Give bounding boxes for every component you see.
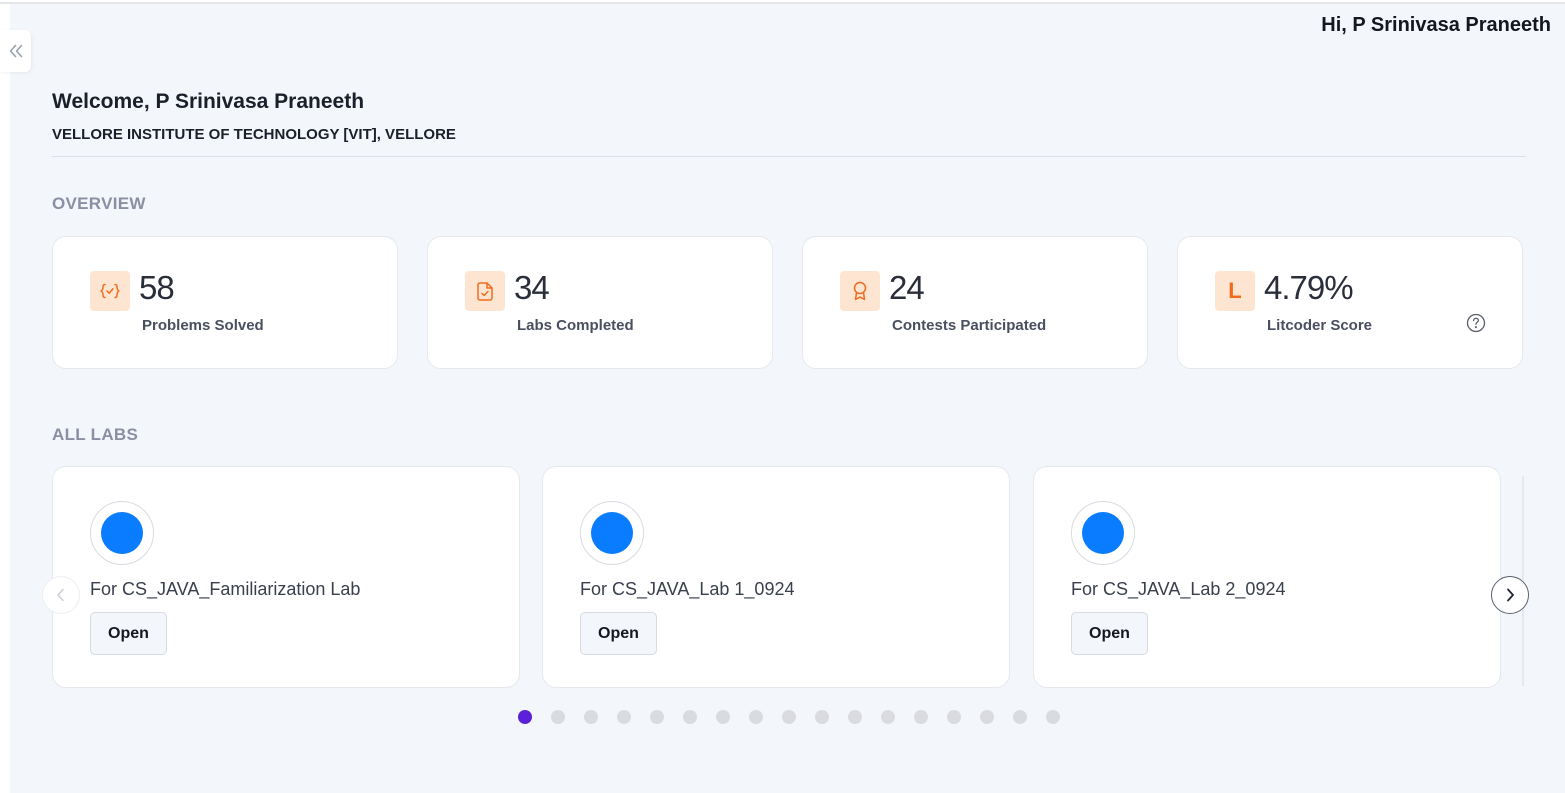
pagination-dot[interactable] (980, 710, 994, 724)
pagination-dot[interactable] (848, 710, 862, 724)
double-chevron-left-icon (9, 44, 22, 58)
lab-card: For CS_JAVA_Familiarization Lab Open (52, 466, 520, 688)
lab-avatar (1071, 501, 1135, 565)
pagination-dot[interactable] (1013, 710, 1027, 724)
stat-value: 58 (139, 269, 175, 306)
stat-label: Labs Completed (517, 317, 634, 334)
lab-avatar (580, 501, 644, 565)
carousel-next-button[interactable] (1491, 576, 1529, 614)
pagination-dot[interactable] (650, 710, 664, 724)
sidebar-collapsed (0, 4, 10, 793)
stat-label: Litcoder Score (1267, 317, 1373, 334)
pagination-dot[interactable] (716, 710, 730, 724)
carousel-prev-button[interactable] (42, 576, 80, 614)
lab-avatar-dot (591, 512, 633, 554)
lab-title: For CS_JAVA_Familiarization Lab (90, 579, 361, 599)
litcoder-l-icon: L (1215, 271, 1255, 311)
lab-card: For CS_JAVA_Lab 1_0924 Open (542, 466, 1010, 688)
lab-title: For CS_JAVA_Lab 2_0924 (1071, 579, 1286, 599)
stat-card-contests-participated: 24 Contests Participated (802, 236, 1148, 369)
user-greeting: Hi, P Srinivasa Praneeth (1321, 14, 1551, 36)
code-braces-check-icon (90, 271, 130, 311)
open-lab-button[interactable]: Open (580, 612, 657, 655)
award-ribbon-icon (840, 271, 880, 311)
pagination-dot[interactable] (551, 710, 565, 724)
labs-carousel: For CS_JAVA_Familiarization Lab Open For… (52, 466, 1524, 690)
chevron-left-icon (57, 588, 64, 602)
pagination-dot[interactable] (518, 710, 532, 724)
pagination-dot[interactable] (782, 710, 796, 724)
file-check-icon (465, 271, 505, 311)
institute-name: VELLORE INSTITUTE OF TECHNOLOGY [VIT], V… (52, 126, 456, 143)
pagination-dot[interactable] (947, 710, 961, 724)
stat-value: 34 (514, 269, 550, 306)
stat-card-labs-completed: 34 Labs Completed (427, 236, 773, 369)
open-lab-button[interactable]: Open (1071, 612, 1148, 655)
help-circle-icon[interactable] (1466, 313, 1486, 333)
stat-card-problems-solved: 58 Problems Solved (52, 236, 398, 369)
stat-card-litcoder-score: L 4.79% Litcoder Score (1177, 236, 1523, 369)
chevron-right-icon (1507, 588, 1514, 602)
lab-card: For CS_JAVA_Lab 2_0924 Open (1033, 466, 1501, 688)
main-content: Hi, P Srinivasa Praneeth Welcome, P Srin… (10, 4, 1565, 793)
all-labs-heading: ALL LABS (52, 425, 139, 444)
pagination-dot[interactable] (881, 710, 895, 724)
stat-label: Problems Solved (142, 317, 264, 334)
section-divider (52, 156, 1526, 157)
sidebar-toggle-button[interactable] (0, 30, 31, 72)
lab-title: For CS_JAVA_Lab 1_0924 (580, 579, 795, 599)
stat-value: 4.79% (1264, 269, 1354, 306)
overview-heading: OVERVIEW (52, 194, 146, 213)
stat-value: 24 (889, 269, 925, 306)
pagination-dot[interactable] (683, 710, 697, 724)
welcome-title: Welcome, P Srinivasa Praneeth (52, 90, 365, 113)
open-lab-button[interactable]: Open (90, 612, 167, 655)
pagination-dot[interactable] (1046, 710, 1060, 724)
pagination-dot[interactable] (584, 710, 598, 724)
pagination-dot[interactable] (617, 710, 631, 724)
lab-avatar (90, 501, 154, 565)
lab-avatar-dot (101, 512, 143, 554)
pagination-dot[interactable] (815, 710, 829, 724)
stat-label: Contests Participated (892, 317, 1047, 334)
pagination-dot[interactable] (914, 710, 928, 724)
app-root: Hi, P Srinivasa Praneeth Welcome, P Srin… (0, 0, 1565, 793)
pagination-dot[interactable] (749, 710, 763, 724)
lab-avatar-dot (1082, 512, 1124, 554)
